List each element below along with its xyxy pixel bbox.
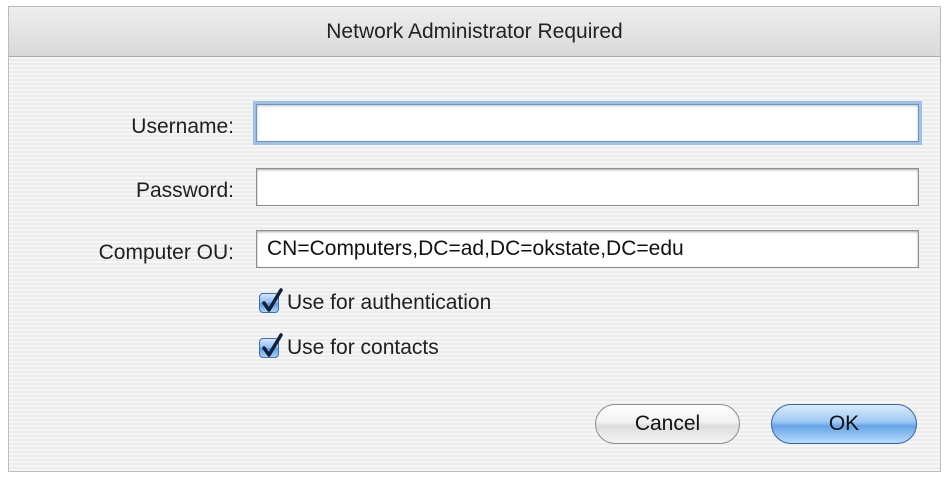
title-bar: Network Administrator Required [9,7,940,57]
username-input[interactable] [256,104,919,142]
cancel-button[interactable]: Cancel [595,404,740,444]
computer-ou-input[interactable] [256,230,919,268]
checkmark-icon [262,288,283,312]
password-input[interactable] [256,168,919,206]
use-for-authentication-checkbox[interactable] [259,288,283,313]
network-admin-dialog: Network Administrator Required Username:… [8,6,941,472]
dialog-title: Network Administrator Required [326,20,623,43]
use-for-authentication-label: Use for authentication [287,291,492,314]
password-label: Password: [135,179,234,202]
use-for-contacts-label: Use for contacts [287,336,439,359]
checkmark-icon [262,333,283,357]
use-for-authentication-option[interactable]: Use for authentication [259,288,492,317]
ok-button[interactable]: OK [771,404,917,444]
use-for-contacts-option[interactable]: Use for contacts [259,333,439,362]
use-for-contacts-checkbox[interactable] [259,333,283,358]
computer-ou-label: Computer OU: [98,241,234,264]
username-label: Username: [131,115,234,138]
